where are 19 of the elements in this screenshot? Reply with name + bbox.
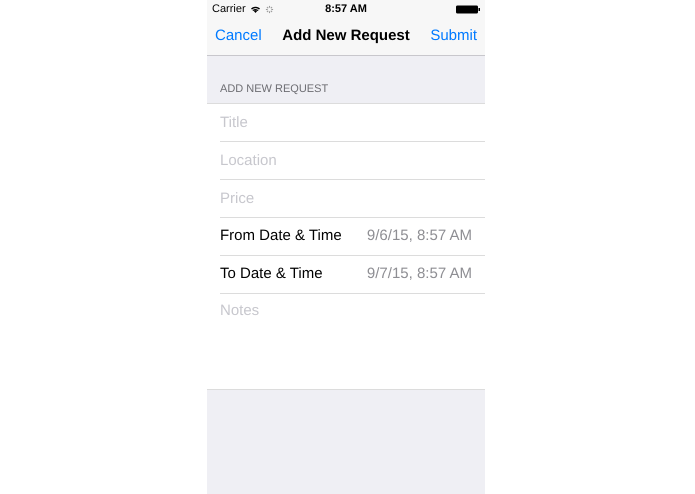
wifi-icon: [250, 5, 261, 13]
date-label: From Date & Time: [220, 226, 342, 246]
date-value: 9/7/15, 8:57 AM: [366, 264, 472, 284]
text-field[interactable]: Location: [207, 142, 485, 179]
date-row[interactable]: To Date & Time 9/7/15, 8:57 AM: [207, 256, 485, 293]
battery-icon: [456, 4, 480, 14]
carrier-label: Carrier: [212, 2, 246, 17]
submit-button[interactable]: Submit: [430, 25, 477, 48]
activity-spinner-icon: [264, 4, 274, 14]
nav-title: Add New Request: [282, 26, 410, 46]
text-field[interactable]: Price: [207, 180, 485, 217]
date-row[interactable]: From Date & Time 9/6/15, 8:57 AM: [207, 218, 485, 255]
cancel-button[interactable]: Cancel: [215, 25, 262, 48]
status-time: 8:57 AM: [325, 2, 367, 17]
date-label: To Date & Time: [220, 264, 323, 284]
notes-field[interactable]: Notes: [207, 294, 485, 389]
date-value: 9/6/15, 8:57 AM: [366, 226, 472, 246]
text-field[interactable]: Title: [207, 104, 485, 141]
section-header: ADD NEW REQUEST: [220, 82, 328, 96]
